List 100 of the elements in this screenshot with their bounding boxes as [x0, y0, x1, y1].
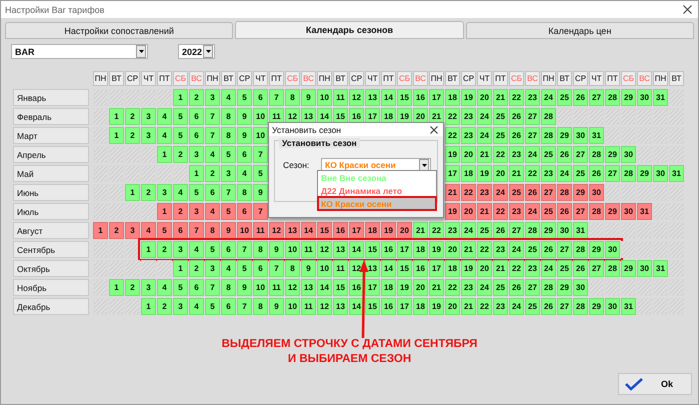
- day-cell[interactable]: 4: [157, 279, 172, 296]
- day-cell[interactable]: 21: [461, 298, 476, 315]
- day-cell[interactable]: 21: [477, 146, 492, 163]
- day-cell[interactable]: 4: [221, 260, 236, 277]
- day-cell[interactable]: 18: [381, 279, 396, 296]
- day-cell[interactable]: 26: [573, 260, 588, 277]
- day-cell[interactable]: 14: [317, 279, 332, 296]
- day-cell[interactable]: 19: [381, 222, 396, 239]
- month-label[interactable]: Июль: [13, 203, 89, 220]
- day-cell[interactable]: 19: [429, 298, 444, 315]
- ok-button[interactable]: Ok: [618, 373, 692, 395]
- day-cell[interactable]: 10: [317, 260, 332, 277]
- day-cell[interactable]: 5: [237, 89, 252, 106]
- day-cell[interactable]: 20: [445, 298, 460, 315]
- day-cell[interactable]: 13: [333, 298, 348, 315]
- day-cell[interactable]: 30: [573, 127, 588, 144]
- day-cell[interactable]: 7: [221, 184, 236, 201]
- month-label[interactable]: Ноябрь: [13, 279, 89, 296]
- day-cell[interactable]: 9: [301, 89, 316, 106]
- day-cell[interactable]: 22: [509, 89, 524, 106]
- day-cell[interactable]: 6: [221, 298, 236, 315]
- day-cell[interactable]: 22: [445, 108, 460, 125]
- day-cell[interactable]: 15: [333, 279, 348, 296]
- day-cell[interactable]: 24: [557, 165, 572, 182]
- day-cell[interactable]: 24: [525, 146, 540, 163]
- day-cell[interactable]: 6: [237, 146, 252, 163]
- day-cell[interactable]: 24: [477, 279, 492, 296]
- day-cell[interactable]: 7: [189, 222, 204, 239]
- day-cell[interactable]: 17: [445, 165, 460, 182]
- day-cell[interactable]: 31: [637, 203, 652, 220]
- day-cell[interactable]: 29: [621, 89, 636, 106]
- day-cell[interactable]: 30: [637, 260, 652, 277]
- day-cell[interactable]: 30: [573, 279, 588, 296]
- day-cell[interactable]: 16: [381, 241, 396, 258]
- day-cell[interactable]: 23: [461, 127, 476, 144]
- day-cell[interactable]: 5: [237, 260, 252, 277]
- day-cell[interactable]: 1: [141, 241, 156, 258]
- day-cell[interactable]: 14: [349, 241, 364, 258]
- month-label[interactable]: Август: [13, 222, 89, 239]
- day-cell[interactable]: 3: [157, 184, 172, 201]
- day-cell[interactable]: 12: [285, 279, 300, 296]
- month-label[interactable]: Сентябрь: [13, 241, 89, 258]
- day-cell[interactable]: 11: [269, 279, 284, 296]
- day-cell[interactable]: 2: [125, 108, 140, 125]
- day-cell[interactable]: 5: [173, 279, 188, 296]
- day-cell[interactable]: 13: [333, 241, 348, 258]
- close-icon[interactable]: [683, 5, 692, 14]
- day-cell[interactable]: 20: [461, 203, 476, 220]
- day-cell[interactable]: 7: [205, 108, 220, 125]
- day-cell[interactable]: 30: [621, 146, 636, 163]
- day-cell[interactable]: 7: [237, 241, 252, 258]
- tab[interactable]: Календарь цен: [466, 22, 694, 39]
- day-cell[interactable]: 26: [541, 241, 556, 258]
- day-cell[interactable]: 10: [253, 108, 268, 125]
- day-cell[interactable]: 19: [397, 279, 412, 296]
- day-cell[interactable]: 9: [237, 279, 252, 296]
- day-cell[interactable]: 3: [141, 108, 156, 125]
- day-cell[interactable]: 22: [493, 146, 508, 163]
- day-cell[interactable]: 22: [509, 260, 524, 277]
- day-cell[interactable]: 29: [605, 203, 620, 220]
- day-cell[interactable]: 28: [605, 89, 620, 106]
- day-cell[interactable]: 4: [237, 165, 252, 182]
- day-cell[interactable]: 23: [461, 279, 476, 296]
- day-cell[interactable]: 23: [461, 108, 476, 125]
- day-cell[interactable]: 27: [509, 222, 524, 239]
- day-cell[interactable]: 22: [493, 203, 508, 220]
- day-cell[interactable]: 27: [605, 165, 620, 182]
- day-cell[interactable]: 21: [429, 279, 444, 296]
- day-cell[interactable]: 18: [445, 260, 460, 277]
- day-cell[interactable]: 20: [397, 222, 412, 239]
- day-cell[interactable]: 9: [253, 184, 268, 201]
- day-cell[interactable]: 15: [397, 89, 412, 106]
- day-cell[interactable]: 2: [189, 89, 204, 106]
- day-cell[interactable]: 4: [205, 203, 220, 220]
- day-cell[interactable]: 22: [445, 279, 460, 296]
- day-cell[interactable]: 4: [157, 108, 172, 125]
- day-cell[interactable]: 22: [461, 184, 476, 201]
- day-cell[interactable]: 1: [109, 279, 124, 296]
- day-cell[interactable]: 2: [157, 298, 172, 315]
- day-cell[interactable]: 8: [221, 279, 236, 296]
- day-cell[interactable]: 21: [493, 260, 508, 277]
- day-cell[interactable]: 7: [205, 279, 220, 296]
- day-cell[interactable]: 23: [493, 298, 508, 315]
- day-cell[interactable]: 7: [237, 298, 252, 315]
- day-cell[interactable]: 22: [477, 241, 492, 258]
- day-cell[interactable]: 13: [285, 222, 300, 239]
- day-cell[interactable]: 5: [205, 298, 220, 315]
- day-cell[interactable]: 13: [301, 279, 316, 296]
- day-cell[interactable]: 12: [317, 298, 332, 315]
- day-cell[interactable]: 8: [285, 89, 300, 106]
- day-cell[interactable]: 26: [509, 279, 524, 296]
- day-cell[interactable]: 2: [173, 146, 188, 163]
- month-label[interactable]: Октябрь: [13, 260, 89, 277]
- day-cell[interactable]: 3: [189, 146, 204, 163]
- day-cell[interactable]: 22: [445, 127, 460, 144]
- day-cell[interactable]: 25: [509, 184, 524, 201]
- day-cell[interactable]: 8: [237, 184, 252, 201]
- day-cell[interactable]: 31: [653, 260, 668, 277]
- day-cell[interactable]: 6: [173, 222, 188, 239]
- day-cell[interactable]: 21: [477, 203, 492, 220]
